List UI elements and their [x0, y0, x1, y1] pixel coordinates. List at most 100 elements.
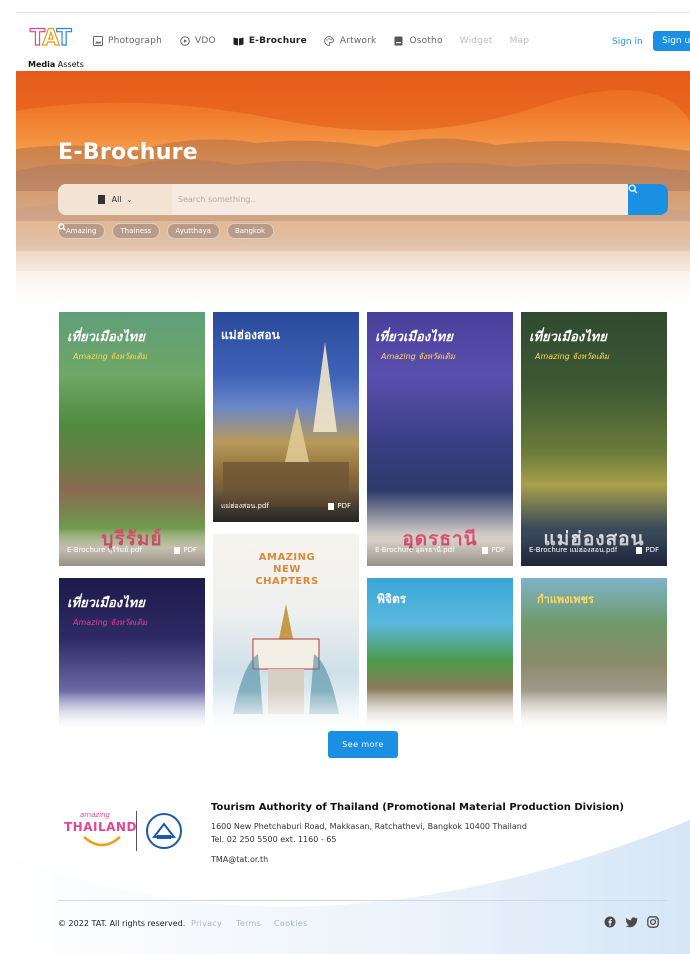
logo-caption: Media Assets — [28, 60, 84, 69]
cover-subheading: Amazing จังหวัดเดิม — [73, 618, 148, 627]
see-more-button[interactable]: See more — [328, 731, 398, 758]
cover-heading: พิจิตร — [377, 592, 407, 606]
email-link[interactable]: TMA@tat.or.th — [211, 855, 268, 864]
nav-osotho[interactable]: Osotho — [393, 35, 442, 46]
brand-big: THAILAND — [64, 820, 137, 834]
nav-label: Artwork — [339, 35, 377, 46]
file-type: PDF — [491, 546, 505, 554]
brochure-card[interactable]: แม่ฮ่องสอน แม่ฮ่องสอน.pdf PDF — [213, 312, 359, 522]
cover-subheading: Amazing จังหวัดเดิม — [381, 352, 456, 361]
cover-subheading: Amazing จังหวัดเดิม — [535, 352, 610, 361]
sign-up-button[interactable]: Sign up — [653, 31, 690, 51]
instagram-icon[interactable] — [647, 916, 659, 928]
tag-label: Bangkok — [234, 227, 266, 235]
tag-chip[interactable]: Thainess — [58, 223, 161, 239]
smile-swoosh-icon — [83, 836, 121, 847]
copyright: © 2022 TAT. All rights reserved. — [58, 919, 186, 928]
pdf-icon — [328, 502, 335, 510]
file-name: E-Brochure แม่ฮ่องสอน.pdf — [529, 545, 618, 554]
logo-divider — [136, 811, 137, 851]
file-name: E-Brochure บุรีรัมย์.pdf — [67, 545, 142, 554]
file-icon — [393, 35, 404, 46]
organization-name: Tourism Authority of Thailand (Promotion… — [211, 802, 624, 813]
brochure-card[interactable]: กำแพงเพชร — [521, 578, 667, 730]
pdf-badge: PDF — [328, 502, 351, 510]
card-caption: E-Brochure อุดรธานี.pdf PDF — [367, 534, 513, 566]
cover-heading: เที่ยวเมืองไทย — [529, 330, 607, 345]
tag-label: Amazing — [66, 227, 97, 235]
brochure-card[interactable]: เที่ยวเมืองไทย Amazing จังหวัดเดิม อุดรธ… — [367, 312, 513, 566]
sign-in-link[interactable]: Sign in — [612, 37, 643, 47]
card-caption: แม่ฮ่องสอน.pdf PDF — [213, 490, 359, 522]
card-caption: E-Brochure บุรีรัมย์.pdf PDF — [59, 534, 205, 566]
tag-label: Ayutthaya — [175, 227, 211, 235]
file-name: แม่ฮ่องสอน.pdf — [221, 501, 269, 510]
brochure-card[interactable]: เที่ยวเมืองไทย Amazing จังหวัดเดิม — [59, 578, 205, 730]
card-fade — [59, 690, 205, 730]
image-icon — [92, 35, 103, 46]
terms-link[interactable]: Terms — [236, 919, 261, 928]
nav-vdo[interactable]: VDO — [179, 35, 216, 46]
search-input[interactable] — [178, 192, 598, 206]
cover-heading: เที่ยวเมืองไทย — [67, 330, 145, 345]
pdf-icon — [636, 546, 643, 554]
card-fade — [213, 690, 359, 730]
card-fade — [367, 690, 513, 730]
site-header: TAT Media Assets Photograph VDO E-Brochu… — [0, 13, 690, 71]
logo-mark: TAT — [29, 25, 72, 51]
search-icon — [58, 223, 66, 231]
pdf-badge: PDF — [636, 546, 659, 554]
cookies-link[interactable]: Cookies — [274, 919, 307, 928]
address: 1600 New Phetchaburi Road, Makkasan, Rat… — [211, 822, 527, 831]
cover-subheading: Amazing จังหวัดเดิม — [73, 352, 148, 361]
nav-label: Map — [509, 35, 530, 46]
cover-heading: กำแพงเพชร — [537, 593, 594, 606]
tag-chip[interactable]: Ayutthaya — [58, 223, 220, 239]
twitter-icon[interactable] — [626, 916, 638, 928]
hero-fade — [16, 243, 690, 303]
footer-logo: amazing THAILAND — [64, 811, 188, 853]
book-icon — [233, 35, 244, 46]
document-icon — [97, 195, 105, 204]
nav-e-brochure[interactable]: E-Brochure — [233, 35, 307, 46]
telephone: Tel. 02 250 5500 ext. 1160 - 65 — [211, 835, 337, 844]
search-icon — [628, 184, 638, 194]
play-circle-icon — [179, 35, 190, 46]
cover-heading: เที่ยวเมืองไทย — [67, 596, 145, 611]
nav-photograph[interactable]: Photograph — [92, 35, 162, 46]
page: TAT Media Assets Photograph VDO E-Brochu… — [0, 0, 690, 954]
category-select[interactable]: All ⌄ — [58, 184, 172, 215]
pdf-badge: PDF — [174, 546, 197, 554]
palette-icon — [324, 35, 335, 46]
brochure-card[interactable]: เที่ยวเมืองไทย Amazing จังหวัดเดิม บุรีร… — [59, 312, 205, 566]
hero-banner: E-Brochure All ⌄ Amazing Thainess Ayutth… — [16, 71, 690, 303]
pdf-icon — [482, 546, 489, 554]
search-button[interactable] — [628, 184, 668, 215]
file-type: PDF — [183, 546, 197, 554]
category-label: All — [111, 195, 122, 204]
facebook-icon[interactable] — [604, 916, 616, 928]
file-type: PDF — [337, 502, 351, 510]
tag-chip[interactable]: Bangkok — [58, 223, 275, 239]
nav-widget[interactable]: Widget — [460, 36, 493, 46]
tag-list: Amazing Thainess Ayutthaya Bangkok — [58, 223, 275, 239]
file-name: E-Brochure อุดรธานี.pdf — [375, 545, 455, 554]
nav-map[interactable]: Map — [510, 36, 530, 46]
nav-label: Photograph — [108, 35, 163, 46]
search-bar: All ⌄ — [58, 184, 668, 215]
brand-small: amazing — [80, 811, 110, 819]
nav-label: VDO — [195, 35, 216, 46]
brochure-card[interactable]: เที่ยวเมืองไทย Amazing จังหวัดเดิม แม่ฮ่… — [521, 312, 667, 566]
brochure-card[interactable]: AMAZING NEW CHAPTERS — [213, 534, 359, 730]
main-nav: Photograph VDO E-Brochure Artwork Osotho… — [92, 35, 546, 46]
privacy-link[interactable]: Privacy — [191, 919, 222, 928]
page-title: E-Brochure — [58, 140, 199, 165]
pdf-icon — [174, 546, 181, 554]
tat-logo[interactable]: TAT Media Assets — [28, 25, 84, 70]
brochure-card[interactable]: พิจิตร — [367, 578, 513, 730]
nav-artwork[interactable]: Artwork — [324, 35, 377, 46]
file-type: PDF — [645, 546, 659, 554]
footer-divider — [58, 900, 667, 901]
card-fade — [521, 690, 667, 730]
nav-label: Osotho — [409, 35, 443, 46]
